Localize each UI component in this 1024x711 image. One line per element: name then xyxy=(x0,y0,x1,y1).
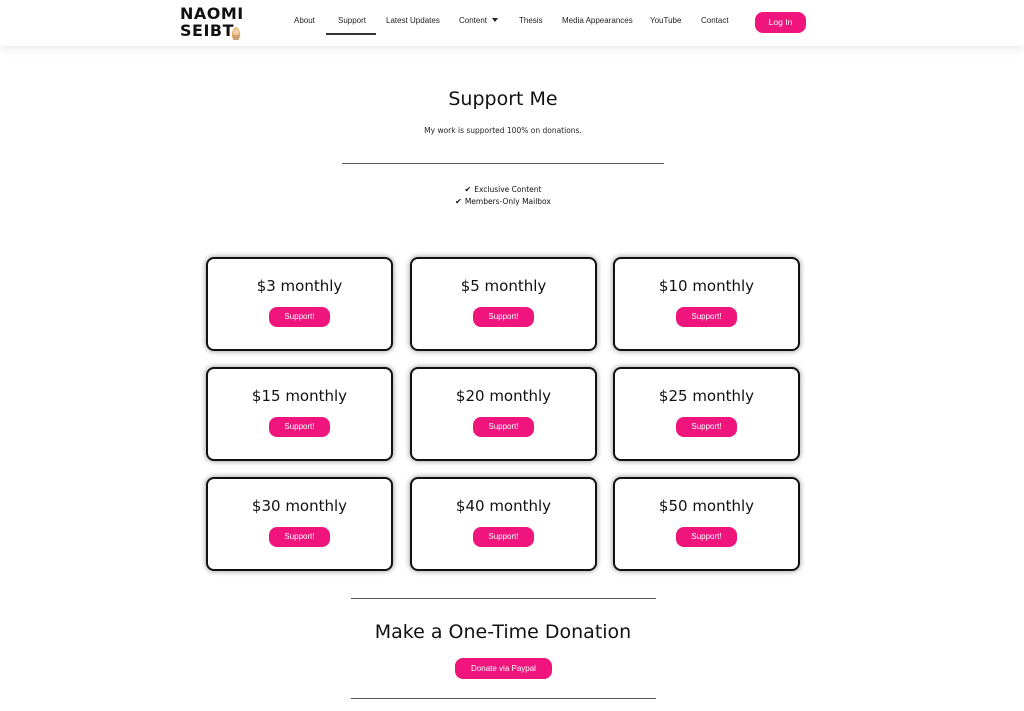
nav-item-content[interactable]: Content xyxy=(459,16,499,25)
avatar-icon xyxy=(231,27,241,40)
tier-card: $10 monthly Support! xyxy=(613,257,800,351)
tier-card: $5 monthly Support! xyxy=(410,257,597,351)
benefits-list: ✔ Exclusive Content ✔ Members-Only Mailbox xyxy=(0,184,1006,207)
tier-amount: $20 monthly xyxy=(455,387,552,405)
support-button[interactable]: Support! xyxy=(269,417,330,437)
tier-amount: $30 monthly xyxy=(251,497,348,515)
divider xyxy=(342,163,664,164)
support-button[interactable]: Support! xyxy=(473,527,534,547)
support-button[interactable]: Support! xyxy=(676,527,737,547)
checkmark-icon: ✔ xyxy=(455,196,462,206)
divider xyxy=(351,698,656,699)
support-button[interactable]: Support! xyxy=(269,307,330,327)
benefit-item: ✔ Members-Only Mailbox xyxy=(0,196,1006,208)
nav-item-content-label: Content xyxy=(459,16,488,25)
tier-card: $30 monthly Support! xyxy=(206,477,393,571)
logo-line-1: NAOMI xyxy=(180,4,244,23)
tier-amount: $5 monthly xyxy=(460,277,547,295)
one-time-donation-title: Make a One-Time Donation xyxy=(374,621,632,643)
tier-card: $25 monthly Support! xyxy=(613,367,800,461)
support-button[interactable]: Support! xyxy=(473,307,534,327)
tier-card: $3 monthly Support! xyxy=(206,257,393,351)
nav-item-latest-updates[interactable]: Latest Updates xyxy=(386,16,440,25)
benefit-label: Members-Only Mailbox xyxy=(464,196,551,206)
tier-amount: $50 monthly xyxy=(658,497,755,515)
chevron-down-icon xyxy=(492,18,499,22)
nav-item-youtube[interactable]: YouTube xyxy=(650,16,681,25)
nav-item-thesis[interactable]: Thesis xyxy=(519,16,543,25)
site-header: NAOMI SEIBT About Support Latest Updates… xyxy=(0,0,1024,46)
site-logo[interactable]: NAOMI SEIBT xyxy=(180,5,246,41)
tier-card: $20 monthly Support! xyxy=(410,367,597,461)
nav-item-contact[interactable]: Contact xyxy=(701,16,729,25)
nav-item-media-appearances[interactable]: Media Appearances xyxy=(562,16,633,25)
tier-card: $15 monthly Support! xyxy=(206,367,393,461)
tier-amount: $25 monthly xyxy=(658,387,755,405)
page-subtitle: My work is supported 100% on donations. xyxy=(424,126,582,135)
nav-active-indicator xyxy=(326,33,376,35)
tier-amount: $40 monthly xyxy=(455,497,552,515)
checkmark-icon: ✔ xyxy=(464,185,472,194)
tier-card: $50 monthly Support! xyxy=(613,477,800,571)
nav-item-support[interactable]: Support xyxy=(338,16,366,25)
divider xyxy=(351,598,656,599)
page-title: Support Me xyxy=(448,88,558,110)
tier-amount: $15 monthly xyxy=(251,387,348,405)
support-button[interactable]: Support! xyxy=(473,417,534,437)
support-button[interactable]: Support! xyxy=(676,307,737,327)
benefit-item: ✔ Exclusive Content xyxy=(0,184,1006,196)
benefit-label: Exclusive Content xyxy=(474,185,542,194)
tier-amount: $10 monthly xyxy=(658,277,755,295)
tier-amount: $3 monthly xyxy=(256,277,343,295)
login-button[interactable]: Log In xyxy=(755,12,806,33)
support-button[interactable]: Support! xyxy=(676,417,737,437)
support-button[interactable]: Support! xyxy=(269,527,330,547)
donate-paypal-button[interactable]: Donate via Paypal xyxy=(455,658,552,679)
nav-item-about[interactable]: About xyxy=(294,16,315,25)
tier-card: $40 monthly Support! xyxy=(410,477,597,571)
